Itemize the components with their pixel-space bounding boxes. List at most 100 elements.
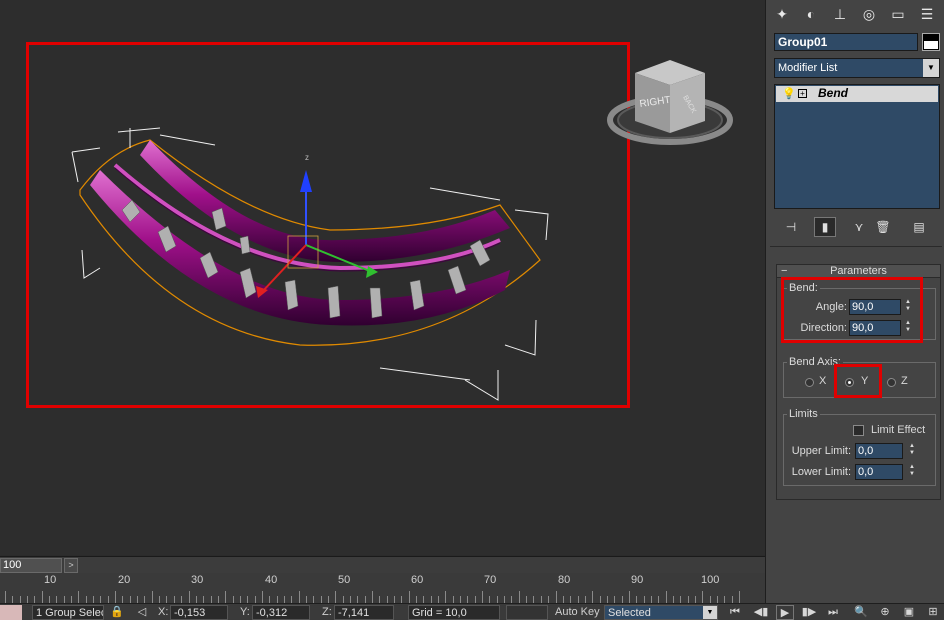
tick-label: 10 bbox=[44, 574, 57, 586]
upper-limit-label: Upper Limit: bbox=[791, 445, 851, 457]
track-bar-tick bbox=[614, 596, 616, 603]
track-bar-tick bbox=[643, 596, 645, 603]
track-bar-tick bbox=[452, 596, 454, 603]
track-bar-tick bbox=[372, 591, 373, 603]
parameters-rollout-header[interactable]: − Parameters bbox=[776, 264, 941, 278]
track-bar-tick bbox=[137, 596, 139, 603]
track-bar-tick bbox=[56, 596, 58, 603]
track-bar-tick bbox=[739, 591, 740, 603]
time-slider[interactable]: 100 > bbox=[0, 556, 765, 573]
track-bar-tick bbox=[445, 591, 447, 603]
zoom-all-icon[interactable]: ⊕ bbox=[876, 605, 894, 620]
tick-label: 30 bbox=[191, 574, 204, 586]
track-bar-tick bbox=[496, 596, 498, 603]
object-name-field[interactable]: Group01 bbox=[774, 33, 918, 51]
time-slider-next-button[interactable]: > bbox=[64, 558, 78, 573]
tick-label: 40 bbox=[265, 574, 278, 586]
track-bar-tick bbox=[291, 596, 293, 603]
track-bar-tick bbox=[327, 596, 329, 603]
track-bar-tick bbox=[27, 596, 29, 603]
absolute-mode-icon[interactable]: ◁ bbox=[134, 605, 150, 620]
next-frame-icon[interactable]: ▮▶ bbox=[800, 605, 818, 620]
track-bar-tick bbox=[283, 596, 285, 603]
chevron-down-icon[interactable]: ▼ bbox=[923, 59, 939, 77]
time-slider-frame[interactable]: 100 bbox=[0, 558, 62, 573]
zoom-icon[interactable]: 🔍 bbox=[852, 605, 870, 620]
viewcube[interactable]: RIGHT BACK bbox=[605, 55, 735, 160]
lightbulb-icon[interactable]: 💡 bbox=[782, 87, 796, 100]
tick-label: 90 bbox=[631, 574, 644, 586]
y-coordinate-field[interactable]: -0,312 bbox=[252, 605, 310, 620]
play-icon[interactable]: ▶ bbox=[776, 605, 794, 620]
command-panel: ✦ ◐ ⊥ ◎ ▭ ☰ Group01 Modifier List ▼ 💡 + … bbox=[765, 0, 944, 603]
auto-key-button[interactable]: Auto Key bbox=[555, 605, 600, 620]
upper-limit-spinner-arrows[interactable]: ▲ ▼ bbox=[907, 443, 917, 459]
track-bar[interactable]: 10 20 30 40 50 60 70 80 90 100 bbox=[0, 573, 765, 603]
previous-frame-icon[interactable]: ◀▮ bbox=[752, 605, 770, 620]
show-end-result-icon[interactable]: ▮ bbox=[814, 217, 836, 237]
track-bar-tick bbox=[78, 591, 80, 603]
chevron-down-icon[interactable]: ▼ bbox=[703, 606, 717, 619]
app-window: { "command_panel": { "object_name": "Gro… bbox=[0, 0, 944, 620]
upper-limit-spinner[interactable]: 0,0 bbox=[855, 443, 903, 459]
modifier-list-label: Modifier List bbox=[778, 62, 838, 74]
make-unique-icon[interactable]: ⋎ bbox=[848, 217, 870, 237]
utilities-tab-icon[interactable]: ☰ bbox=[915, 3, 939, 25]
axis-x-radio[interactable] bbox=[805, 378, 814, 387]
go-to-start-icon[interactable]: ⏮ bbox=[726, 605, 744, 620]
modifier-stack[interactable]: 💡 + Bend bbox=[774, 84, 940, 209]
maxscript-listener-button[interactable] bbox=[0, 605, 22, 620]
track-bar-tick bbox=[526, 596, 528, 603]
perspective-viewport[interactable]: z RIGHT BACK bbox=[0, 0, 765, 555]
create-tab-icon[interactable]: ✦ bbox=[770, 3, 794, 25]
go-to-end-icon[interactable]: ⏭ bbox=[824, 605, 842, 620]
track-bar-tick bbox=[518, 591, 520, 603]
object-color-swatch[interactable] bbox=[922, 33, 940, 51]
expand-icon[interactable]: + bbox=[798, 89, 807, 98]
z-coordinate-field[interactable]: -7,141 bbox=[334, 605, 394, 620]
track-bar-tick bbox=[599, 596, 601, 603]
set-key-icon[interactable] bbox=[506, 605, 548, 620]
lower-limit-spinner-arrows[interactable]: ▲ ▼ bbox=[907, 464, 917, 480]
track-bar-tick bbox=[474, 596, 476, 603]
tick-label: 80 bbox=[558, 574, 571, 586]
x-coordinate-field[interactable]: -0,153 bbox=[170, 605, 228, 620]
track-bar-tick bbox=[159, 596, 161, 603]
track-bar-tick bbox=[232, 596, 234, 603]
track-bar-tick bbox=[438, 596, 440, 603]
track-bar-tick bbox=[408, 591, 410, 603]
configure-sets-icon[interactable]: ▤ bbox=[908, 217, 930, 237]
modify-tab-icon[interactable]: ◐ bbox=[799, 3, 823, 25]
tick-label: 60 bbox=[411, 574, 424, 586]
track-bar-tick bbox=[702, 591, 704, 603]
axis-z-radio[interactable] bbox=[887, 378, 896, 387]
track-bar-tick bbox=[416, 596, 418, 603]
lower-limit-spinner[interactable]: 0,0 bbox=[855, 464, 903, 480]
track-bar-tick bbox=[460, 596, 462, 603]
pin-stack-icon[interactable]: ⊣ bbox=[780, 217, 802, 237]
hierarchy-tab-icon[interactable]: ⊥ bbox=[828, 3, 852, 25]
motion-tab-icon[interactable]: ◎ bbox=[857, 3, 881, 25]
track-bar-tick bbox=[129, 596, 131, 603]
key-filter-dropdown[interactable]: Selected ▼ bbox=[604, 605, 718, 620]
viewport-highlight-box bbox=[26, 42, 630, 408]
grid-size: Grid = 10,0 bbox=[408, 605, 500, 620]
track-bar-tick bbox=[379, 596, 381, 603]
zoom-extents-icon[interactable]: ▣ bbox=[900, 605, 918, 620]
stack-item-bend[interactable]: 💡 + Bend bbox=[776, 86, 938, 102]
remove-modifier-icon[interactable]: 🗑 bbox=[872, 217, 894, 237]
track-bar-tick bbox=[305, 596, 307, 603]
zoom-extents-all-icon[interactable]: ⊞ bbox=[924, 605, 942, 620]
collapse-icon[interactable]: − bbox=[781, 265, 787, 277]
modifier-list-dropdown[interactable]: Modifier List ▼ bbox=[774, 58, 940, 78]
track-bar-tick bbox=[606, 596, 608, 603]
track-bar-tick bbox=[19, 596, 21, 603]
track-bar-tick bbox=[386, 596, 388, 603]
track-bar-tick bbox=[731, 596, 733, 603]
track-bar-tick bbox=[592, 591, 594, 603]
track-bar-tick bbox=[636, 596, 638, 603]
limit-effect-checkbox[interactable] bbox=[853, 425, 864, 436]
track-bar-tick bbox=[276, 596, 278, 603]
display-tab-icon[interactable]: ▭ bbox=[886, 3, 910, 25]
selection-lock-icon[interactable]: 🔒 bbox=[110, 605, 124, 620]
